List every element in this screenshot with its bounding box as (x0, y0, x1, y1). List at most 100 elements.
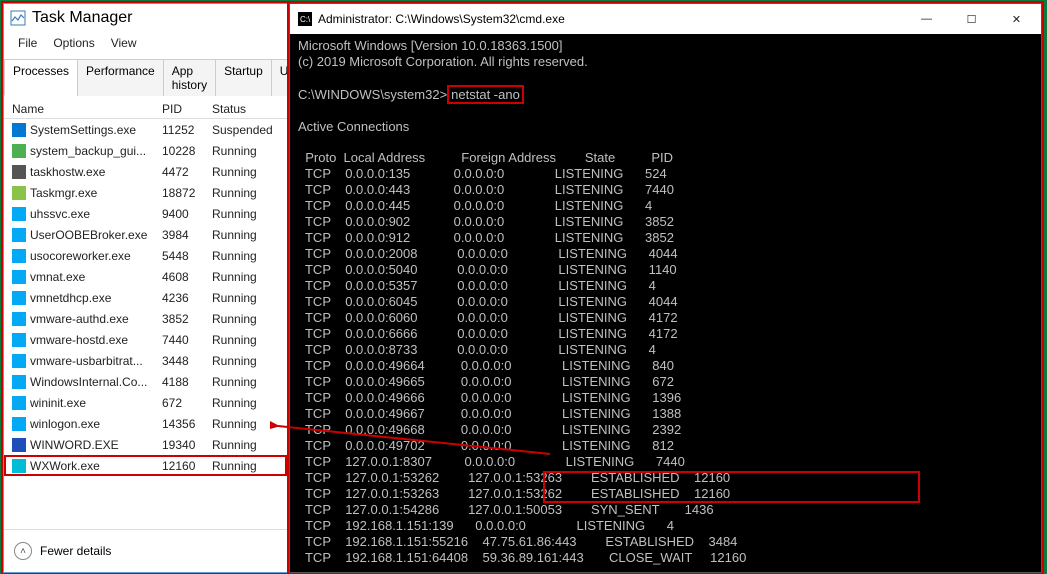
process-icon (12, 249, 26, 263)
process-pid: 3852 (162, 312, 212, 326)
process-icon (12, 375, 26, 389)
menu-options[interactable]: Options (47, 34, 100, 52)
process-status: Running (212, 438, 257, 452)
cmd-icon: C:\ (298, 12, 312, 26)
chevron-up-icon[interactable]: ˄ (14, 542, 32, 560)
process-icon (12, 312, 26, 326)
process-status: Running (212, 144, 257, 158)
task-manager-window: Task Manager File Options View Processes… (3, 3, 288, 573)
table-row[interactable]: winlogon.exe14356Running (4, 413, 287, 434)
cmd-output[interactable]: Microsoft Windows [Version 10.0.18363.15… (290, 34, 1041, 570)
tab-startup[interactable]: Startup (215, 59, 272, 96)
process-status: Running (212, 375, 257, 389)
table-row[interactable]: UserOOBEBroker.exe3984Running (4, 224, 287, 245)
column-status[interactable]: Status (212, 102, 279, 116)
cmd-version: Microsoft Windows [Version 10.0.18363.15… (298, 38, 562, 53)
cmd-title: Administrator: C:\Windows\System32\cmd.e… (318, 12, 904, 26)
process-icon (12, 123, 26, 137)
process-pid: 672 (162, 396, 212, 410)
process-name: WXWork.exe (30, 459, 162, 473)
process-status: Running (212, 312, 257, 326)
task-manager-tabs: Processes Performance App history Startu… (4, 58, 287, 96)
tab-app-history[interactable]: App history (163, 59, 216, 96)
process-status: Running (212, 165, 257, 179)
column-name[interactable]: Name (12, 102, 162, 116)
process-name: taskhostw.exe (30, 165, 162, 179)
table-row[interactable]: WXWork.exe12160Running (4, 455, 287, 476)
process-pid: 18872 (162, 186, 212, 200)
process-icon (12, 438, 26, 452)
process-pid: 12160 (162, 459, 212, 473)
table-row[interactable]: vmnetdhcp.exe4236Running (4, 287, 287, 308)
process-name: vmnat.exe (30, 270, 162, 284)
netstat-command: netstat -ano (447, 85, 524, 104)
process-icon (12, 270, 26, 284)
process-status: Running (212, 249, 257, 263)
process-list-header: Name PID Status (4, 96, 287, 119)
task-manager-icon (10, 10, 26, 26)
process-pid: 5448 (162, 249, 212, 263)
close-button[interactable]: ✕ (994, 4, 1039, 34)
process-pid: 9400 (162, 207, 212, 221)
process-pid: 3984 (162, 228, 212, 242)
process-pid: 4608 (162, 270, 212, 284)
process-status: Running (212, 207, 257, 221)
process-pid: 10228 (162, 144, 212, 158)
process-icon (12, 459, 26, 473)
cmd-titlebar[interactable]: C:\ Administrator: C:\Windows\System32\c… (290, 4, 1041, 34)
process-icon (12, 354, 26, 368)
process-name: vmware-usbarbitrat... (30, 354, 162, 368)
column-pid[interactable]: PID (162, 102, 212, 116)
menu-view[interactable]: View (105, 34, 143, 52)
process-status: Suspended (212, 123, 273, 137)
process-status: Running (212, 291, 257, 305)
fewer-details-button[interactable]: Fewer details (40, 544, 111, 558)
process-name: winlogon.exe (30, 417, 162, 431)
table-row[interactable]: taskhostw.exe4472Running (4, 161, 287, 182)
table-row[interactable]: system_backup_gui...10228Running (4, 140, 287, 161)
tab-processes[interactable]: Processes (4, 59, 78, 96)
process-icon (12, 396, 26, 410)
process-icon (12, 165, 26, 179)
process-name: vmware-hostd.exe (30, 333, 162, 347)
cmd-window: C:\ Administrator: C:\Windows\System32\c… (289, 3, 1042, 573)
process-icon (12, 186, 26, 200)
cmd-prompt: C:\WINDOWS\system32> (298, 87, 447, 102)
process-pid: 3448 (162, 354, 212, 368)
table-row[interactable]: vmnat.exe4608Running (4, 266, 287, 287)
tab-performance[interactable]: Performance (77, 59, 164, 96)
process-status: Running (212, 417, 257, 431)
process-status: Running (212, 228, 257, 242)
process-pid: 19340 (162, 438, 212, 452)
task-manager-titlebar[interactable]: Task Manager (4, 4, 287, 32)
cmd-copyright: (c) 2019 Microsoft Corporation. All righ… (298, 54, 588, 69)
process-list[interactable]: SystemSettings.exe11252Suspendedsystem_b… (4, 119, 287, 477)
process-icon (12, 228, 26, 242)
process-pid: 4188 (162, 375, 212, 389)
process-name: vmnetdhcp.exe (30, 291, 162, 305)
table-row[interactable]: WINWORD.EXE19340Running (4, 434, 287, 455)
minimize-button[interactable]: — (904, 4, 949, 34)
table-row[interactable]: SystemSettings.exe11252Suspended (4, 119, 287, 140)
table-row[interactable]: vmware-hostd.exe7440Running (4, 329, 287, 350)
active-connections-label: Active Connections (298, 119, 409, 134)
process-name: system_backup_gui... (30, 144, 162, 158)
process-pid: 11252 (162, 123, 212, 137)
process-status: Running (212, 396, 257, 410)
table-row[interactable]: vmware-authd.exe3852Running (4, 308, 287, 329)
process-status: Running (212, 186, 257, 200)
process-pid: 14356 (162, 417, 212, 431)
table-row[interactable]: WindowsInternal.Co...4188Running (4, 371, 287, 392)
table-row[interactable]: wininit.exe672Running (4, 392, 287, 413)
process-status: Running (212, 354, 257, 368)
table-row[interactable]: uhssvc.exe9400Running (4, 203, 287, 224)
menu-file[interactable]: File (12, 34, 43, 52)
table-row[interactable]: vmware-usbarbitrat...3448Running (4, 350, 287, 371)
process-status: Running (212, 459, 257, 473)
maximize-button[interactable]: ☐ (949, 4, 994, 34)
table-row[interactable]: YourPhone.exe9028Suspended (4, 476, 287, 477)
process-name: UserOOBEBroker.exe (30, 228, 162, 242)
process-name: uhssvc.exe (30, 207, 162, 221)
table-row[interactable]: usocoreworker.exe5448Running (4, 245, 287, 266)
table-row[interactable]: Taskmgr.exe18872Running (4, 182, 287, 203)
